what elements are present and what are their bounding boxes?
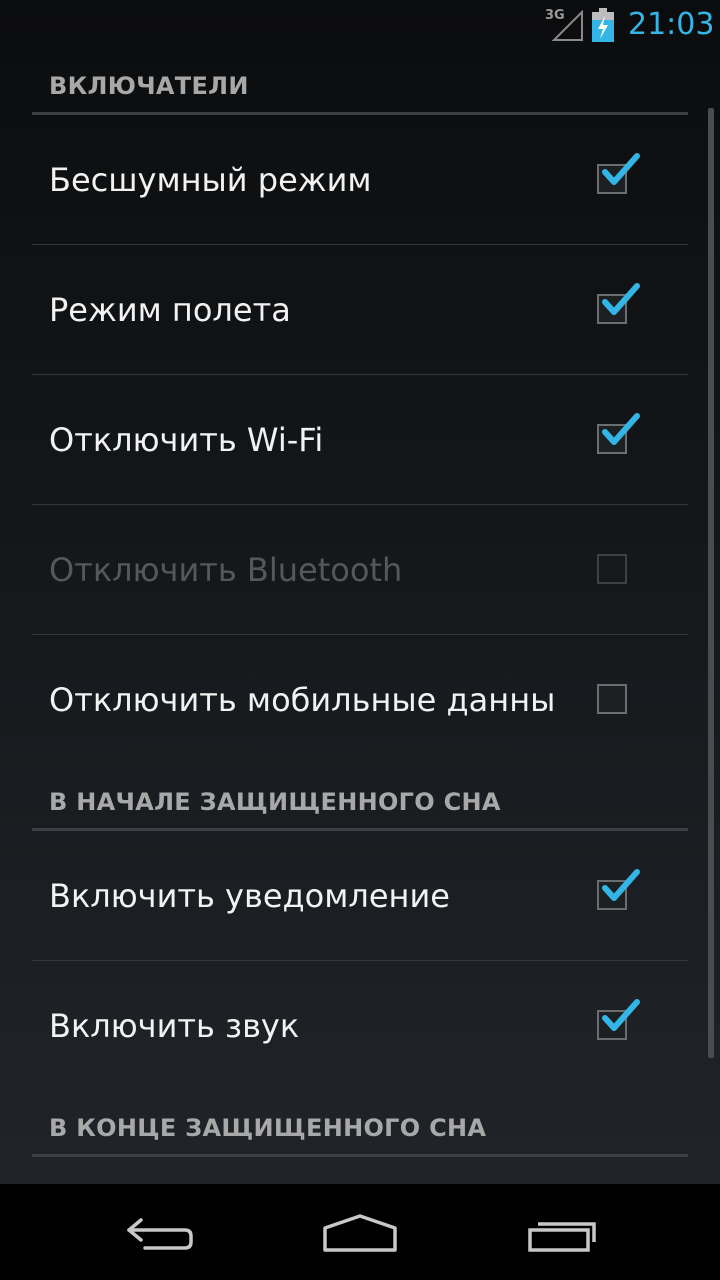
pref-label: Бесшумный режим [49, 160, 372, 199]
pref-disable-mobile-data[interactable]: Отключить мобильные данные [32, 635, 688, 764]
pref-label: Режим полета [49, 290, 291, 329]
checkmark-icon [602, 152, 640, 185]
checkbox-disable-bluetooth [597, 553, 627, 584]
pref-label: Включить уведомление [49, 876, 450, 915]
recent-apps-button[interactable] [518, 1202, 608, 1262]
section-title: В КОНЦЕ ЗАЩИЩЕННОГО СНА [49, 1114, 487, 1142]
back-button[interactable] [115, 1202, 205, 1262]
checkbox-enable-notification[interactable] [597, 868, 640, 910]
pref-disable-bluetooth: Отключить Bluetooth [32, 505, 688, 635]
pref-disable-wifi[interactable]: Отключить Wi-Fi [32, 375, 688, 505]
pref-enable-sound[interactable]: Включить звук [32, 961, 688, 1090]
checkbox-enable-sound[interactable] [597, 998, 640, 1040]
recent-apps-icon [528, 1222, 596, 1252]
section-title: ВКЛЮЧАТЕЛИ [49, 72, 249, 100]
pref-label: Отключить Bluetooth [49, 550, 403, 589]
pref-label: Отключить Wi-Fi [49, 420, 324, 459]
checkmark-icon [602, 412, 640, 445]
home-icon [323, 1214, 397, 1252]
pref-label: Включить звук [49, 1006, 300, 1045]
checkmark-icon [602, 282, 640, 315]
status-bar: 3G 21:03 [0, 0, 720, 50]
checkmark-icon [602, 868, 640, 901]
pref-silent-mode[interactable]: Бесшумный режим [32, 115, 688, 245]
scrollbar[interactable] [708, 108, 714, 1058]
section-header-sleep-start: В НАЧАЛЕ ЗАЩИЩЕННОГО СНА [32, 766, 688, 831]
pref-label: Отключить мобильные данные [49, 680, 554, 719]
signal-icon [552, 10, 583, 41]
pref-airplane-mode[interactable]: Режим полета [32, 245, 688, 375]
battery-charging-icon [592, 8, 614, 42]
navigation-bar [0, 1184, 720, 1280]
status-clock: 21:03 [628, 7, 715, 42]
pref-enable-notification[interactable]: Включить уведомление [32, 831, 688, 961]
screen: 3G 21:03 ВКЛЮЧАТЕЛИ Бесшумный режим Режи… [0, 0, 720, 1280]
section-header-switches: ВКЛЮЧАТЕЛИ [32, 50, 688, 115]
checkmark-icon [602, 998, 640, 1031]
section-title: В НАЧАЛЕ ЗАЩИЩЕННОГО СНА [49, 788, 501, 816]
checkbox-disable-wifi[interactable] [597, 412, 640, 454]
home-button[interactable] [315, 1202, 405, 1262]
section-header-sleep-end: В КОНЦЕ ЗАЩИЩЕННОГО СНА [32, 1092, 688, 1157]
back-icon [127, 1218, 193, 1250]
checkbox-airplane-mode[interactable] [597, 282, 640, 324]
preferences-list[interactable]: ВКЛЮЧАТЕЛИ Бесшумный режим Режим полета … [0, 50, 720, 1184]
checkbox-silent-mode[interactable] [597, 152, 640, 194]
checkbox-disable-mobile-data[interactable] [597, 683, 627, 714]
